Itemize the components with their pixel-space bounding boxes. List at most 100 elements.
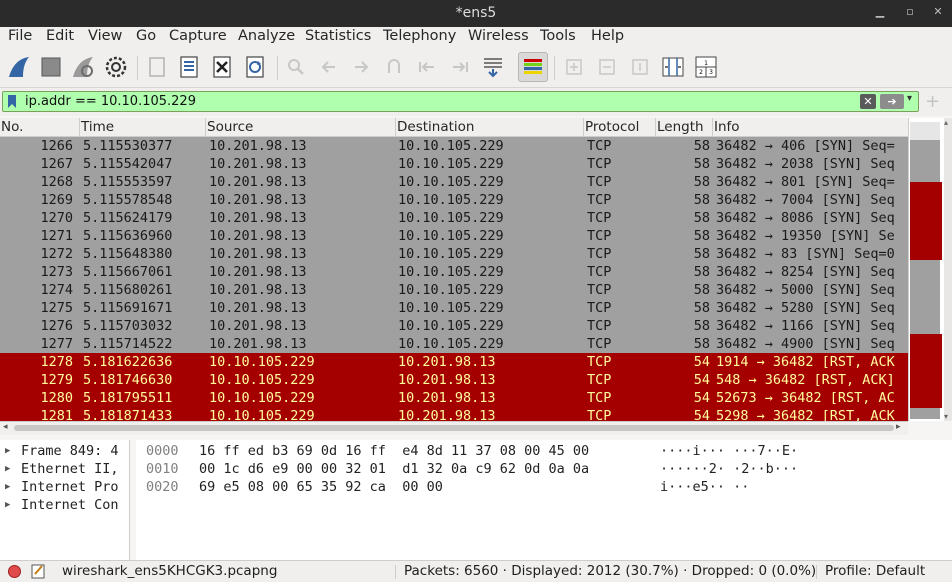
packet-cell-dst: 10.201.98.13	[398, 390, 496, 406]
display-filter-bar: ✕ ➔ ▾ +	[0, 88, 952, 116]
filter-dropdown-icon[interactable]: ▾	[907, 93, 912, 104]
packet-cell-dst: 10.201.98.13	[398, 354, 496, 370]
column-destination[interactable]: Destination	[396, 118, 584, 137]
expand-arrow-icon[interactable]: ▶	[5, 460, 10, 478]
column-time[interactable]: Time	[80, 118, 206, 137]
colorize-icon[interactable]	[518, 52, 548, 82]
packet-bytes[interactable]: 0000 16 ff ed b3 69 0d 16 ff e4 8d 11 37 …	[136, 440, 952, 560]
packet-row[interactable]: 1277 5.115714522 10.201.98.13 10.10.105.229…	[0, 335, 908, 353]
restart-capture-icon[interactable]	[68, 52, 98, 82]
go-first-packet-icon[interactable]	[412, 52, 442, 82]
column-no[interactable]: No.	[0, 118, 80, 137]
zoom-in-icon[interactable]	[559, 52, 589, 82]
packet-cell-dst: 10.10.105.229	[398, 228, 504, 244]
packet-cell-proto: TCP	[587, 354, 612, 370]
apply-filter-icon[interactable]: ➔	[880, 94, 904, 109]
go-forward-icon[interactable]	[346, 52, 376, 82]
packet-cell-src: 10.201.98.13	[209, 210, 307, 226]
autoscroll-icon[interactable]	[478, 52, 508, 82]
resize-columns-icon[interactable]	[658, 52, 688, 82]
packet-cell-no: 1273	[40, 264, 73, 280]
column-source[interactable]: Source	[206, 118, 396, 137]
save-file-icon[interactable]	[174, 52, 204, 82]
menu-go[interactable]: Go	[136, 28, 156, 44]
packet-list[interactable]: 1266 5.115530377 10.201.98.13 10.10.105.229…	[0, 137, 908, 421]
menu-wireless[interactable]: Wireless	[468, 28, 529, 44]
expand-arrow-icon[interactable]: ▶	[5, 478, 10, 496]
packet-row[interactable]: 1266 5.115530377 10.201.98.13 10.10.105.229…	[0, 137, 908, 155]
bookmark-icon[interactable]	[7, 94, 17, 113]
packet-row[interactable]: 1274 5.115680261 10.201.98.13 10.10.105.229…	[0, 281, 908, 299]
menu-view[interactable]: View	[88, 28, 122, 44]
menu-edit[interactable]: Edit	[46, 28, 74, 44]
scroll-left-icon[interactable]: ◂	[3, 422, 8, 432]
packet-row[interactable]: 1270 5.115624179 10.201.98.13 10.10.105.229…	[0, 209, 908, 227]
detail-tree-item[interactable]: ▶ Ethernet II,	[0, 460, 129, 478]
reload-file-icon[interactable]	[240, 52, 270, 82]
packet-row[interactable]: 1279 5.181746630 10.10.105.229 10.201.98.13…	[0, 371, 908, 389]
detail-tree-item[interactable]: ▶ Frame 849: 4	[0, 442, 129, 460]
hscroll-thumb[interactable]	[14, 425, 894, 431]
close-button[interactable]: ✕	[930, 4, 946, 20]
normal-size-icon[interactable]	[625, 52, 655, 82]
profile-indicator[interactable]: Profile: Default	[825, 563, 925, 579]
packet-cell-len: 54	[693, 408, 710, 421]
go-back-icon[interactable]	[314, 52, 344, 82]
clear-filter-icon[interactable]: ✕	[860, 94, 876, 109]
packet-row[interactable]: 1281 5.181871433 10.10.105.229 10.201.98.13…	[0, 407, 908, 421]
layout-icon[interactable]: 123	[691, 52, 721, 82]
open-file-icon[interactable]	[142, 52, 172, 82]
packet-row[interactable]: 1278 5.181622636 10.10.105.229 10.201.98.13…	[0, 353, 908, 371]
bytes-hex: 16 ff ed b3 69 0d 16 ff e4 8d 11 37 08 0…	[199, 443, 590, 459]
maximize-button[interactable]: ▫	[902, 4, 918, 20]
go-last-packet-icon[interactable]	[445, 52, 475, 82]
detail-tree-item[interactable]: ▶ Internet Pro	[0, 478, 129, 496]
packet-row[interactable]: 1280 5.181795511 10.10.105.229 10.201.98.13…	[0, 389, 908, 407]
bytes-row[interactable]: 0020 69 e5 08 00 65 35 92 ca 00 00 i···e5·…	[136, 478, 952, 496]
bytes-row[interactable]: 0010 00 1c d6 e9 00 00 32 01 d1 32 0a c9 …	[136, 460, 952, 478]
column-length[interactable]: Length	[656, 118, 713, 137]
packet-row[interactable]: 1268 5.115553597 10.201.98.13 10.10.105.229…	[0, 173, 908, 191]
menu-capture[interactable]: Capture	[169, 28, 227, 44]
expert-info-icon[interactable]	[8, 565, 21, 578]
menu-file[interactable]: File	[8, 28, 32, 44]
stop-capture-icon[interactable]	[36, 52, 66, 82]
packet-row[interactable]: 1276 5.115703032 10.201.98.13 10.10.105.229…	[0, 317, 908, 335]
column-info[interactable]: Info	[713, 118, 908, 137]
scroll-up-icon[interactable]: ▴	[944, 118, 948, 127]
menu-statistics[interactable]: Statistics	[305, 28, 371, 44]
column-protocol[interactable]: Protocol	[584, 118, 656, 137]
bytes-row[interactable]: 0000 16 ff ed b3 69 0d 16 ff e4 8d 11 37 …	[136, 442, 952, 460]
find-packet-icon[interactable]	[281, 52, 311, 82]
packet-row[interactable]: 1269 5.115578548 10.201.98.13 10.10.105.229…	[0, 191, 908, 209]
packet-list-hscrollbar[interactable]: ◂ ▸	[0, 421, 908, 435]
scroll-right-icon[interactable]: ▸	[896, 422, 901, 432]
packet-row[interactable]: 1271 5.115636960 10.201.98.13 10.10.105.229…	[0, 227, 908, 245]
menu-telephony[interactable]: Telephony	[383, 28, 456, 44]
zoom-out-icon[interactable]	[592, 52, 622, 82]
packet-row[interactable]: 1273 5.115667061 10.201.98.13 10.10.105.229…	[0, 263, 908, 281]
minimize-button[interactable]: ▁	[872, 4, 888, 20]
packet-details[interactable]: ▶ Frame 849: 4 ▶ Ethernet II, ▶ Internet Pro ▶…	[0, 440, 130, 560]
expand-arrow-icon[interactable]: ▶	[5, 442, 10, 460]
expand-arrow-icon[interactable]: ▶	[5, 496, 10, 514]
menu-help[interactable]: Help	[591, 28, 624, 44]
detail-label: Ethernet II,	[21, 461, 119, 477]
add-filter-button-icon[interactable]: +	[925, 91, 940, 112]
packet-cell-time: 5.115578548	[83, 192, 173, 208]
display-filter-input[interactable]	[23, 92, 858, 111]
packet-minimap[interactable]	[910, 120, 942, 419]
capture-comment-icon[interactable]	[31, 563, 45, 582]
start-capture-icon[interactable]	[4, 52, 34, 82]
packet-row[interactable]: 1267 5.115542047 10.201.98.13 10.10.105.229…	[0, 155, 908, 173]
close-file-icon[interactable]	[207, 52, 237, 82]
menu-tools[interactable]: Tools	[540, 28, 576, 44]
packet-row[interactable]: 1275 5.115691671 10.201.98.13 10.10.105.229…	[0, 299, 908, 317]
scroll-down-icon[interactable]: ▾	[944, 412, 948, 421]
menu-analyze[interactable]: Analyze	[238, 28, 295, 44]
detail-tree-item[interactable]: ▶ Internet Con	[0, 496, 129, 514]
go-to-packet-icon[interactable]	[379, 52, 409, 82]
capture-options-icon[interactable]	[101, 52, 131, 82]
scrollbar-track[interactable]: ▴ ▾	[944, 118, 952, 421]
packet-row[interactable]: 1272 5.115648380 10.201.98.13 10.10.105.229…	[0, 245, 908, 263]
